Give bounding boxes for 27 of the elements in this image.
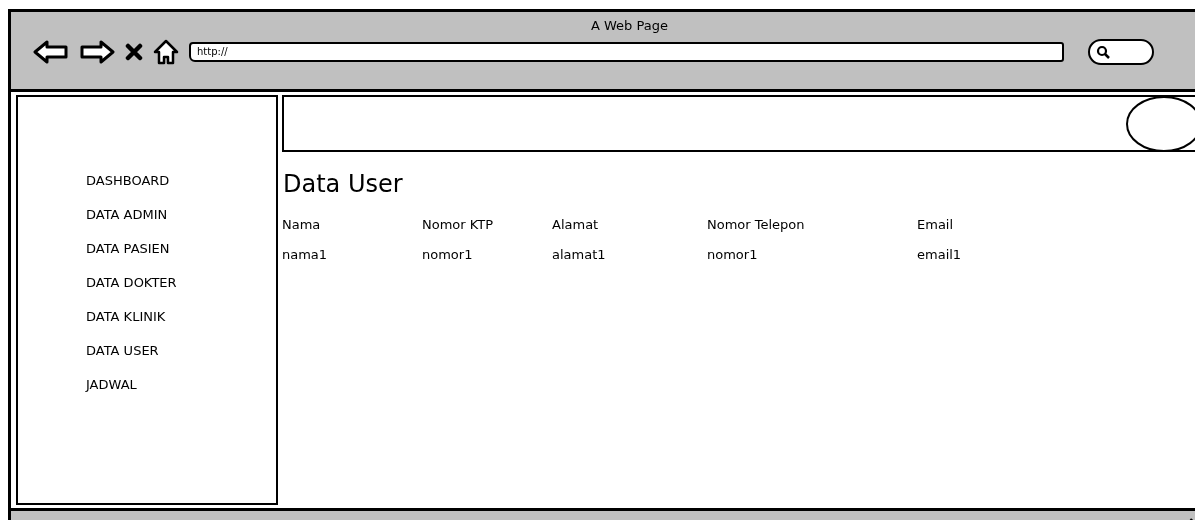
- forward-arrow-icon[interactable]: [79, 39, 115, 65]
- sidebar-item[interactable]: DATA DOKTER: [86, 273, 177, 292]
- sidebar-item[interactable]: DATA USER: [86, 341, 159, 360]
- window-title: A Web Page: [591, 18, 668, 33]
- table-cell: nomor1: [707, 246, 758, 264]
- column-header: Nomor Telepon: [707, 216, 805, 234]
- close-icon[interactable]: [125, 43, 143, 61]
- search-field[interactable]: [1088, 39, 1154, 65]
- sidebar-item[interactable]: DATA KLINIK: [86, 307, 166, 326]
- address-field[interactable]: http://: [189, 42, 1064, 62]
- table-cell: alamat1: [552, 246, 606, 264]
- sidebar-item[interactable]: DATA ADMIN: [86, 205, 168, 224]
- column-header: Email: [917, 216, 954, 234]
- search-icon: [1096, 45, 1110, 59]
- column-header: Nomor KTP: [422, 216, 494, 234]
- table-cell: email1: [917, 246, 962, 264]
- sidebar-item[interactable]: DATA PASIEN: [86, 239, 170, 258]
- home-icon[interactable]: [153, 39, 179, 65]
- table-cell: nama1: [282, 246, 328, 264]
- sidebar-item[interactable]: JADWAL: [86, 375, 137, 394]
- column-header: Nama: [282, 216, 321, 234]
- page-heading: Data User: [283, 170, 404, 198]
- table-cell: nomor1: [422, 246, 473, 264]
- back-arrow-icon[interactable]: [33, 39, 69, 65]
- sidebar-item[interactable]: DASHBOARD: [86, 171, 170, 190]
- avatar-icon[interactable]: [1125, 95, 1195, 153]
- column-header: Alamat: [552, 216, 599, 234]
